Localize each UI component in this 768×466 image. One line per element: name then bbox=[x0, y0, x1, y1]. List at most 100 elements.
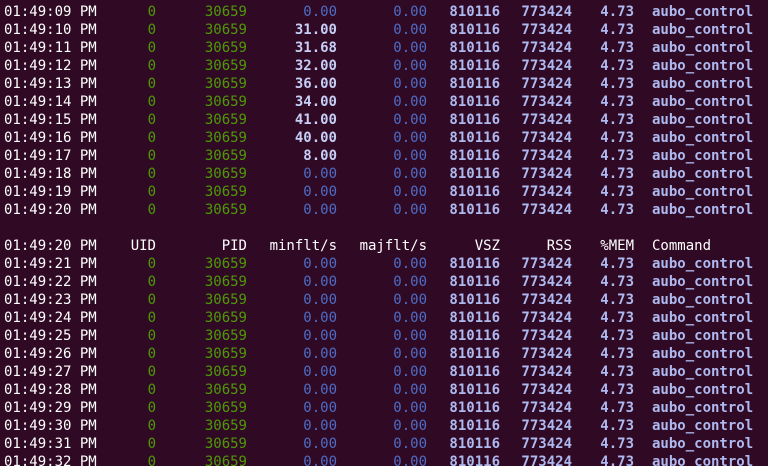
cell-mem: 4.73 bbox=[600, 436, 634, 452]
output-row: 01:49:32 PM 0 30659 0.00 0.00 810116 773424 4.7… bbox=[0, 453, 768, 466]
cell-rss: 773424 bbox=[521, 436, 572, 452]
cell-minflt: 8.00 bbox=[303, 148, 337, 164]
cell-pid: 30659 bbox=[204, 166, 247, 182]
cell-majflt: 0.00 bbox=[393, 364, 427, 380]
cell-pid: 30659 bbox=[204, 364, 247, 380]
cell-mem: 4.73 bbox=[600, 58, 634, 74]
cell-mem: 4.73 bbox=[600, 310, 634, 326]
cell-time: 01:49:27 PM bbox=[4, 364, 97, 380]
cell-uid: 0 bbox=[147, 112, 156, 128]
cell-rss: 773424 bbox=[521, 184, 572, 200]
cell-uid: 0 bbox=[147, 94, 156, 110]
cell-time: 01:49:24 PM bbox=[4, 310, 97, 326]
cell-cmd: aubo_control bbox=[652, 274, 754, 290]
output-row: 01:49:15 PM 0 30659 41.00 0.00 810116 773424 4.… bbox=[0, 111, 768, 129]
cell-cmd: aubo_control bbox=[652, 4, 754, 20]
cell-mem: 4.73 bbox=[600, 418, 634, 434]
cell-cmd: aubo_control bbox=[652, 22, 754, 38]
cell-majflt: 0.00 bbox=[393, 184, 427, 200]
header-vsz: VSZ bbox=[474, 238, 500, 254]
cell-vsz: 810116 bbox=[449, 364, 500, 380]
cell-minflt: 32.00 bbox=[294, 58, 337, 74]
cell-majflt: 0.00 bbox=[393, 328, 427, 344]
cell-majflt: 0.00 bbox=[393, 310, 427, 326]
cell-minflt: 0.00 bbox=[303, 274, 337, 290]
cell-uid: 0 bbox=[147, 274, 156, 290]
output-row: 01:49:31 PM 0 30659 0.00 0.00 810116 773424 4.7… bbox=[0, 435, 768, 453]
cell-mem: 4.73 bbox=[600, 454, 634, 466]
cell-vsz: 810116 bbox=[449, 400, 500, 416]
cell-time: 01:49:09 PM bbox=[4, 4, 97, 20]
cell-minflt: 0.00 bbox=[303, 364, 337, 380]
cell-majflt: 0.00 bbox=[393, 130, 427, 146]
output-row: 01:49:23 PM 0 30659 0.00 0.00 810116 773424 4.7… bbox=[0, 291, 768, 309]
output-row: 01:49:20 PM 0 30659 0.00 0.00 810116 773424 4.7… bbox=[0, 201, 768, 219]
output-row: 01:49:21 PM 0 30659 0.00 0.00 810116 773424 4.7… bbox=[0, 255, 768, 273]
cell-uid: 0 bbox=[147, 364, 156, 380]
cell-rss: 773424 bbox=[521, 418, 572, 434]
cell-vsz: 810116 bbox=[449, 292, 500, 308]
cell-time: 01:49:28 PM bbox=[4, 382, 97, 398]
cell-mem: 4.73 bbox=[600, 22, 634, 38]
cell-rss: 773424 bbox=[521, 328, 572, 344]
cell-vsz: 810116 bbox=[449, 436, 500, 452]
output-row: 01:49:11 PM 0 30659 31.68 0.00 810116 773424 4.… bbox=[0, 39, 768, 57]
cell-majflt: 0.00 bbox=[393, 256, 427, 272]
cell-majflt: 0.00 bbox=[393, 436, 427, 452]
cell-time: 01:49:26 PM bbox=[4, 346, 97, 362]
cell-pid: 30659 bbox=[204, 4, 247, 20]
cell-uid: 0 bbox=[147, 382, 156, 398]
terminal-window[interactable]: 01:49:09 PM 0 30659 0.00 0.00 810116 773424 4.7… bbox=[0, 0, 768, 466]
cell-uid: 0 bbox=[147, 76, 156, 92]
cell-minflt: 31.00 bbox=[294, 22, 337, 38]
cell-cmd: aubo_control bbox=[652, 418, 754, 434]
cell-majflt: 0.00 bbox=[393, 58, 427, 74]
cell-rss: 773424 bbox=[521, 166, 572, 182]
output-row: 01:49:24 PM 0 30659 0.00 0.00 810116 773424 4.7… bbox=[0, 309, 768, 327]
cell-mem: 4.73 bbox=[600, 184, 634, 200]
header-pid: PID bbox=[221, 238, 247, 254]
header-time: 01:49:20 PM bbox=[4, 238, 97, 254]
cell-pid: 30659 bbox=[204, 22, 247, 38]
cell-vsz: 810116 bbox=[449, 112, 500, 128]
cell-rss: 773424 bbox=[521, 94, 572, 110]
cell-time: 01:49:32 PM bbox=[4, 454, 97, 466]
cell-rss: 773424 bbox=[521, 40, 572, 56]
cell-pid: 30659 bbox=[204, 184, 247, 200]
cell-rss: 773424 bbox=[521, 400, 572, 416]
cell-pid: 30659 bbox=[204, 112, 247, 128]
cell-minflt: 0.00 bbox=[303, 436, 337, 452]
cell-pid: 30659 bbox=[204, 148, 247, 164]
cell-pid: 30659 bbox=[204, 202, 247, 218]
cell-rss: 773424 bbox=[521, 22, 572, 38]
cell-pid: 30659 bbox=[204, 256, 247, 272]
cell-mem: 4.73 bbox=[600, 400, 634, 416]
cell-uid: 0 bbox=[147, 292, 156, 308]
cell-time: 01:49:11 PM bbox=[4, 40, 97, 56]
cell-mem: 4.73 bbox=[600, 94, 634, 110]
output-row: 01:49:12 PM 0 30659 32.00 0.00 810116 773424 4.… bbox=[0, 57, 768, 75]
cell-vsz: 810116 bbox=[449, 382, 500, 398]
cell-uid: 0 bbox=[147, 22, 156, 38]
cell-cmd: aubo_control bbox=[652, 310, 754, 326]
cell-cmd: aubo_control bbox=[652, 328, 754, 344]
cell-pid: 30659 bbox=[204, 76, 247, 92]
output-row: 01:49:13 PM 0 30659 36.00 0.00 810116 773424 4.… bbox=[0, 75, 768, 93]
cell-uid: 0 bbox=[147, 418, 156, 434]
cell-rss: 773424 bbox=[521, 454, 572, 466]
header-minflt: minflt/s bbox=[269, 238, 337, 254]
cell-vsz: 810116 bbox=[449, 346, 500, 362]
output-row: 01:49:28 PM 0 30659 0.00 0.00 810116 773424 4.7… bbox=[0, 381, 768, 399]
cell-rss: 773424 bbox=[521, 346, 572, 362]
cell-majflt: 0.00 bbox=[393, 382, 427, 398]
cell-minflt: 36.00 bbox=[294, 76, 337, 92]
cell-minflt: 0.00 bbox=[303, 400, 337, 416]
cell-uid: 0 bbox=[147, 346, 156, 362]
cell-cmd: aubo_control bbox=[652, 94, 754, 110]
cell-vsz: 810116 bbox=[449, 58, 500, 74]
cell-time: 01:49:14 PM bbox=[4, 94, 97, 110]
cell-pid: 30659 bbox=[204, 40, 247, 56]
cell-minflt: 0.00 bbox=[303, 418, 337, 434]
cell-minflt: 0.00 bbox=[303, 454, 337, 466]
cell-mem: 4.73 bbox=[600, 202, 634, 218]
